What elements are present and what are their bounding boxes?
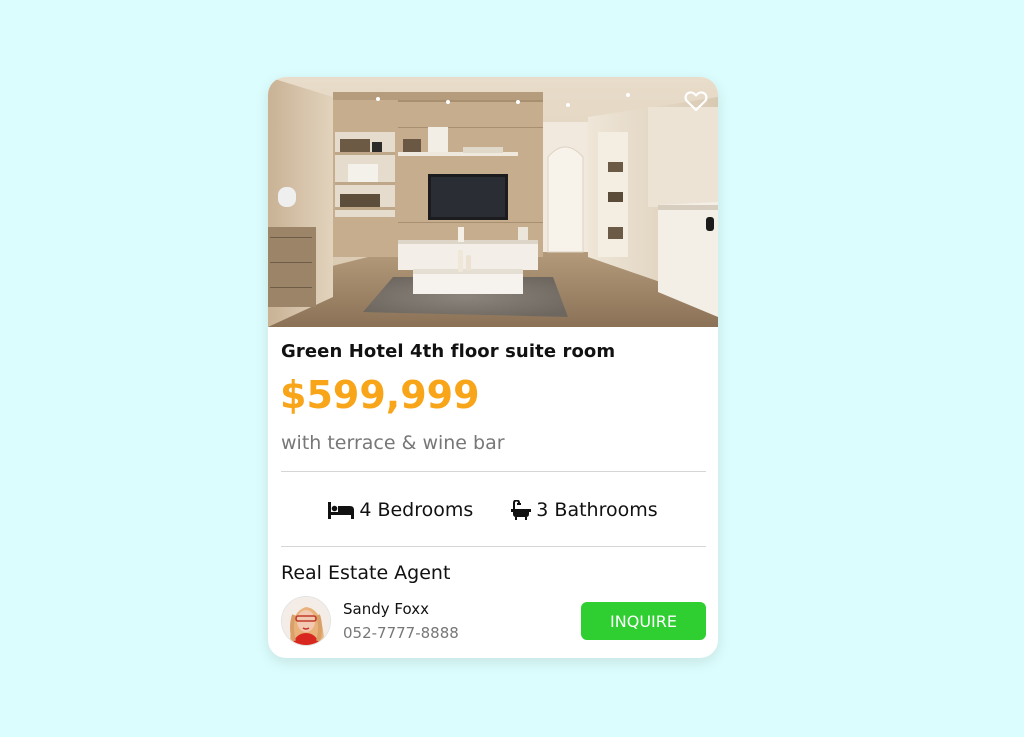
heart-icon[interactable] (684, 90, 708, 112)
divider (281, 546, 706, 547)
room-photo (268, 77, 718, 327)
bathtub-icon (511, 500, 532, 520)
inquire-button[interactable]: INQUIRE (581, 602, 706, 640)
agent-phone: 052-7777-8888 (343, 624, 459, 642)
listing-price: $599,999 (280, 373, 480, 417)
listing-title: Green Hotel 4th floor suite room (281, 341, 616, 362)
bedrooms-label: 4 Bedrooms (359, 499, 474, 521)
features-row: 4 Bedrooms 3 Bathrooms (268, 495, 718, 525)
feature-bedrooms: 4 Bedrooms (328, 499, 473, 521)
agent-avatar (281, 596, 331, 646)
divider (281, 471, 706, 472)
agent-name: Sandy Foxx (343, 600, 429, 618)
feature-bathrooms: 3 Bathrooms (511, 499, 658, 521)
listing-subtitle: with terrace & wine bar (281, 432, 505, 454)
bathrooms-label: 3 Bathrooms (536, 499, 658, 521)
bed-icon (328, 502, 355, 519)
listing-card: Green Hotel 4th floor suite room $599,99… (268, 77, 718, 658)
agent-heading: Real Estate Agent (281, 562, 451, 584)
